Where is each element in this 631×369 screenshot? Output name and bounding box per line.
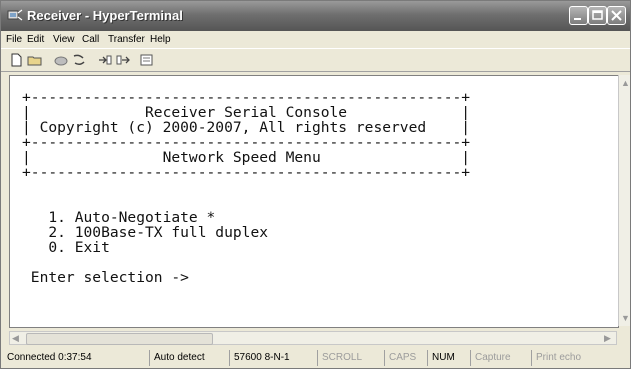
status-caps: CAPS — [384, 350, 424, 366]
status-connected: Connected 0:37:54 — [7, 352, 92, 363]
toolbar — [1, 48, 630, 72]
scroll-up-icon[interactable]: ▲ — [621, 78, 630, 88]
horizontal-scroll-thumb[interactable] — [26, 333, 213, 345]
status-num: NUM — [427, 350, 467, 366]
title-bar[interactable]: Receiver - HyperTerminal — [1, 1, 630, 31]
status-scroll: SCROLL — [317, 350, 369, 366]
terminal-output: +---------------------------------------… — [22, 89, 471, 286]
hyperterminal-app-icon[interactable] — [7, 8, 23, 22]
scroll-right-icon[interactable]: ▶ — [604, 333, 611, 344]
disconnect-icon[interactable] — [71, 53, 87, 67]
status-detect: Auto detect — [149, 350, 227, 366]
menu-view[interactable]: View — [53, 34, 75, 45]
menu-call[interactable]: Call — [82, 34, 99, 45]
menu-help[interactable]: Help — [150, 34, 171, 45]
new-file-icon[interactable] — [9, 53, 25, 67]
hyperterminal-window: Receiver - HyperTerminal File Edit View … — [0, 0, 631, 369]
call-icon[interactable] — [53, 53, 69, 67]
vertical-scrollbar[interactable]: ▲ ▼ — [618, 75, 630, 326]
window-title: Receiver - HyperTerminal — [27, 8, 183, 23]
status-capture: Capture — [470, 350, 528, 366]
close-button[interactable] — [607, 6, 626, 25]
minimize-icon — [574, 18, 581, 20]
menu-file[interactable]: File — [6, 34, 22, 45]
menu-edit[interactable]: Edit — [27, 34, 44, 45]
open-folder-icon[interactable] — [27, 53, 43, 67]
send-icon[interactable] — [97, 53, 113, 67]
minimize-button[interactable] — [569, 6, 588, 25]
maximize-button[interactable] — [588, 6, 607, 25]
menu-bar: File Edit View Call Transfer Help — [1, 31, 630, 48]
status-print-echo: Print echo — [531, 350, 597, 366]
scroll-down-icon[interactable]: ▼ — [621, 313, 630, 323]
terminal-screen[interactable]: +---------------------------------------… — [9, 75, 619, 328]
receive-icon[interactable] — [115, 53, 131, 67]
scroll-left-icon[interactable]: ◀ — [12, 333, 19, 344]
properties-icon[interactable] — [139, 53, 155, 67]
maximize-icon — [592, 10, 603, 20]
status-bar: Connected 0:37:54 Auto detect 57600 8-N-… — [1, 348, 630, 368]
horizontal-scrollbar[interactable]: ◀ ▶ — [9, 331, 617, 345]
status-port-settings: 57600 8-N-1 — [229, 350, 315, 366]
close-icon — [611, 10, 622, 21]
menu-transfer[interactable]: Transfer — [108, 34, 145, 45]
